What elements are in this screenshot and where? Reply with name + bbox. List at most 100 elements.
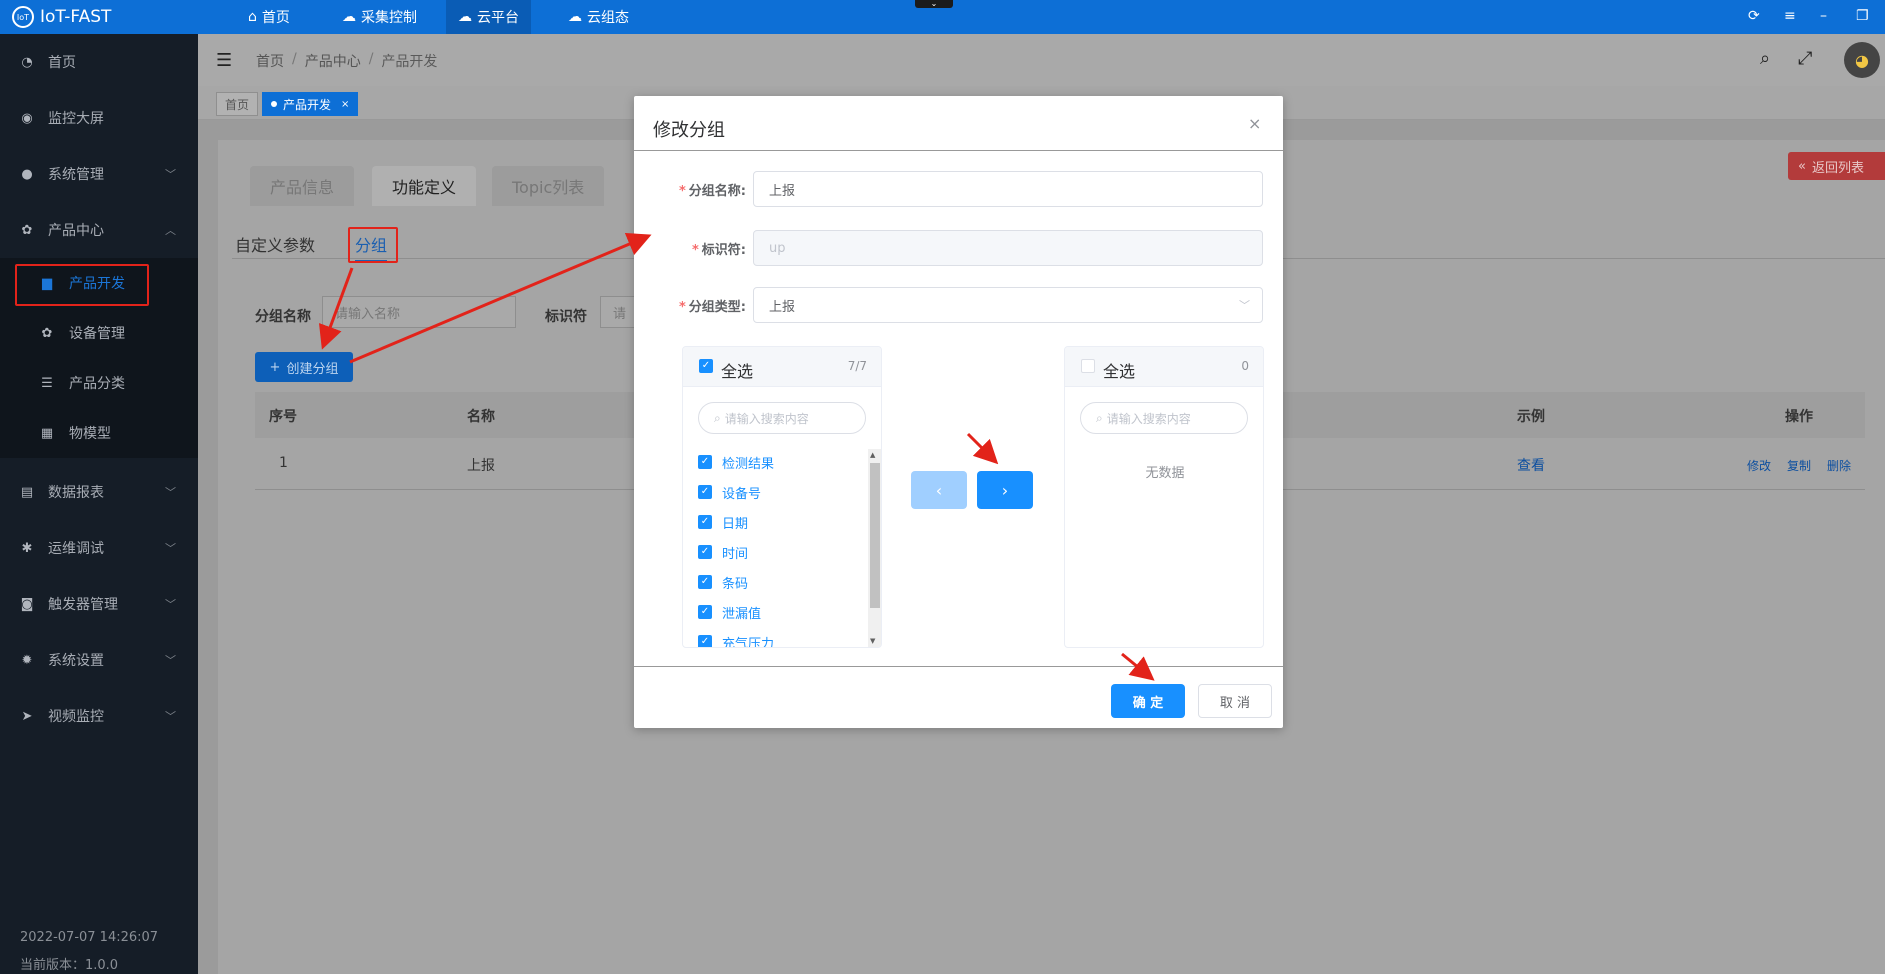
item-checkbox[interactable]: ✓ — [698, 635, 712, 647]
copy-link[interactable]: 复制 — [1787, 457, 1811, 474]
list-icon: ☰ — [41, 375, 53, 391]
select-all-right-checkbox[interactable] — [1081, 359, 1095, 373]
sidebar-sub-product-category[interactable]: ☰ 产品分类 — [0, 358, 198, 408]
move-right-button[interactable]: › — [977, 471, 1033, 509]
close-tag-icon[interactable]: × — [341, 99, 349, 110]
top-bar: IoT IoT-FAST ⌂ 首页 ☁ 采集控制 ☁ 云平台 ☁ 云组态 ⌄ ⟳ ≡ –… — [0, 0, 1885, 34]
filter-group-name-label: 分组名称 — [255, 309, 311, 325]
identifier-input: up — [753, 230, 1263, 266]
sidebar-item-product-center[interactable]: ✿ 产品中心 ︿ — [0, 202, 198, 258]
breadcrumb: 首页 / 产品中心 / 产品开发 — [256, 51, 438, 71]
group-name-input[interactable]: 上报 — [753, 171, 1263, 207]
dashboard-icon: ◔ — [21, 54, 33, 70]
topnav-cloud-config[interactable]: ☁ 云组态 — [556, 0, 641, 34]
back-to-list-button[interactable]: «返回列表 — [1788, 152, 1885, 180]
item-checkbox[interactable]: ✓ — [698, 605, 712, 619]
select-all-left-checkbox[interactable]: ✓ — [699, 359, 713, 373]
chevron-down-icon: ﹀ — [165, 486, 176, 499]
item-checkbox[interactable]: ✓ — [698, 455, 712, 469]
sidebar-sub-device-management[interactable]: ✿ 设备管理 — [0, 308, 198, 358]
collapse-menu-icon[interactable]: ☰ — [216, 50, 232, 71]
confirm-button[interactable]: 确 定 — [1111, 684, 1185, 718]
subtab-custom-params[interactable]: 自定义参数 — [235, 232, 315, 256]
tag-product-dev[interactable]: 产品开发 × — [262, 92, 359, 116]
sidebar-item-monitor-screen[interactable]: ◉ 监控大屏 — [0, 90, 198, 146]
minimize-icon[interactable]: – — [1820, 8, 1827, 24]
pull-down-handle[interactable]: ⌄ — [915, 0, 953, 8]
cell-index: 1 — [279, 455, 288, 471]
view-link[interactable]: 查看 — [1517, 455, 1545, 475]
item-checkbox[interactable]: ✓ — [698, 575, 712, 589]
sidebar-item-system-management[interactable]: ● 系统管理 ﹀ — [0, 146, 198, 202]
chevron-down-icon: ﹀ — [165, 168, 176, 181]
scroll-down-icon[interactable]: ▼ — [870, 637, 875, 645]
sidebar-item-ops-debug[interactable]: ✱ 运维调试 ﹀ — [0, 520, 198, 576]
user-icon: ● — [21, 166, 33, 182]
group-name-label: * 分组名称: — [678, 184, 746, 199]
list-item[interactable]: ✓ 检测结果 — [698, 452, 774, 472]
scrollbar-thumb[interactable] — [870, 463, 880, 608]
breadcrumb-home[interactable]: 首页 — [256, 51, 284, 71]
fullscreen-icon[interactable]: ⤢ — [1798, 48, 1812, 69]
list-item[interactable]: ✓ 设备号 — [698, 482, 761, 502]
sidebar-item-system-settings[interactable]: ✹ 系统设置 ﹀ — [0, 632, 198, 688]
th-index: 序号 — [269, 409, 297, 425]
th-action: 操作 — [1785, 409, 1813, 425]
active-dot-icon — [271, 101, 277, 107]
menu-icon[interactable]: ≡ — [1784, 8, 1796, 24]
tab-function-definition[interactable]: 功能定义 — [372, 166, 477, 206]
scroll-up-icon[interactable]: ▲ — [870, 451, 875, 459]
breadcrumb-product-dev: 产品开发 — [381, 54, 438, 70]
list-item[interactable]: ✓ 泄漏值 — [698, 602, 761, 622]
list-item[interactable]: ✓ 条码 — [698, 572, 748, 592]
sidebar-sub-thing-model[interactable]: ▦ 物模型 — [0, 408, 198, 458]
avatar[interactable]: ◕ — [1844, 42, 1880, 78]
list-item[interactable]: ✓ 充气压力 — [698, 632, 774, 647]
right-panel-header: 全选 0 — [1065, 347, 1263, 387]
filter-identifier-label: 标识符 — [545, 309, 587, 325]
chevron-down-icon: ﹀ — [1239, 299, 1250, 312]
chevron-down-icon: ⌄ — [930, 0, 938, 8]
sidebar-item-home[interactable]: ◔ 首页 — [0, 34, 198, 90]
group-type-select[interactable]: 上报 ﹀ — [753, 287, 1263, 323]
delete-link[interactable]: 删除 — [1827, 457, 1851, 474]
settings-icon: ✿ — [41, 325, 53, 341]
chevron-left-icon: ‹ — [935, 480, 943, 500]
video-icon: ➤ — [21, 708, 33, 724]
move-left-button[interactable]: ‹ — [911, 471, 967, 509]
main-header: ☰ 首页 / 产品中心 / 产品开发 ⌕ ⤢ ◕ — [198, 34, 1885, 86]
topnav-collect-control[interactable]: ☁ 采集控制 — [330, 0, 429, 34]
tab-product-info[interactable]: 产品信息 — [250, 166, 355, 206]
chevron-right-icon: › — [1001, 480, 1009, 500]
restore-icon[interactable]: ❐ — [1856, 8, 1869, 24]
list-item[interactable]: ✓ 日期 — [698, 512, 748, 532]
sidebar-item-data-report[interactable]: ▤ 数据报表 ﹀ — [0, 464, 198, 520]
topnav-cloud-platform[interactable]: ☁ 云平台 — [446, 0, 531, 34]
cog-icon: ✹ — [21, 652, 33, 668]
right-search-input[interactable]: ⌕ 请输入搜索内容 — [1080, 402, 1248, 434]
filter-group-name-input[interactable]: 请输入名称 — [322, 296, 516, 328]
dialog-header-divider — [634, 150, 1283, 151]
list-item[interactable]: ✓ 时间 — [698, 542, 748, 562]
sidebar-item-video-monitor[interactable]: ➤ 视频监控 ﹀ — [0, 688, 198, 744]
edit-link[interactable]: 修改 — [1747, 457, 1771, 474]
annotation-box-product-dev — [15, 264, 149, 306]
trigger-icon: ◙ — [20, 596, 34, 612]
close-icon[interactable]: × — [1248, 114, 1261, 133]
cancel-button[interactable]: 取 消 — [1198, 684, 1272, 718]
create-group-button[interactable]: + 创建分组 — [255, 352, 353, 382]
tab-topic-list[interactable]: Topic列表 — [492, 166, 605, 206]
search-icon: ⌕ — [1096, 410, 1103, 425]
topnav-home[interactable]: ⌂ 首页 — [236, 0, 302, 34]
sidebar-item-trigger-management[interactable]: ◙ 触发器管理 ﹀ — [0, 576, 198, 632]
sidebar-version: 当前版本：1.0.0 — [20, 958, 119, 973]
item-checkbox[interactable]: ✓ — [698, 545, 712, 559]
refresh-icon[interactable]: ⟳ — [1748, 8, 1760, 24]
item-checkbox[interactable]: ✓ — [698, 515, 712, 529]
tag-home[interactable]: 首页 — [216, 92, 259, 116]
chevron-down-icon: ﹀ — [165, 710, 176, 723]
left-search-input[interactable]: ⌕ 请输入搜索内容 — [698, 402, 866, 434]
item-checkbox[interactable]: ✓ — [698, 485, 712, 499]
search-icon[interactable]: ⌕ — [1760, 48, 1770, 69]
app-logo[interactable]: IoT IoT-FAST — [12, 6, 111, 28]
